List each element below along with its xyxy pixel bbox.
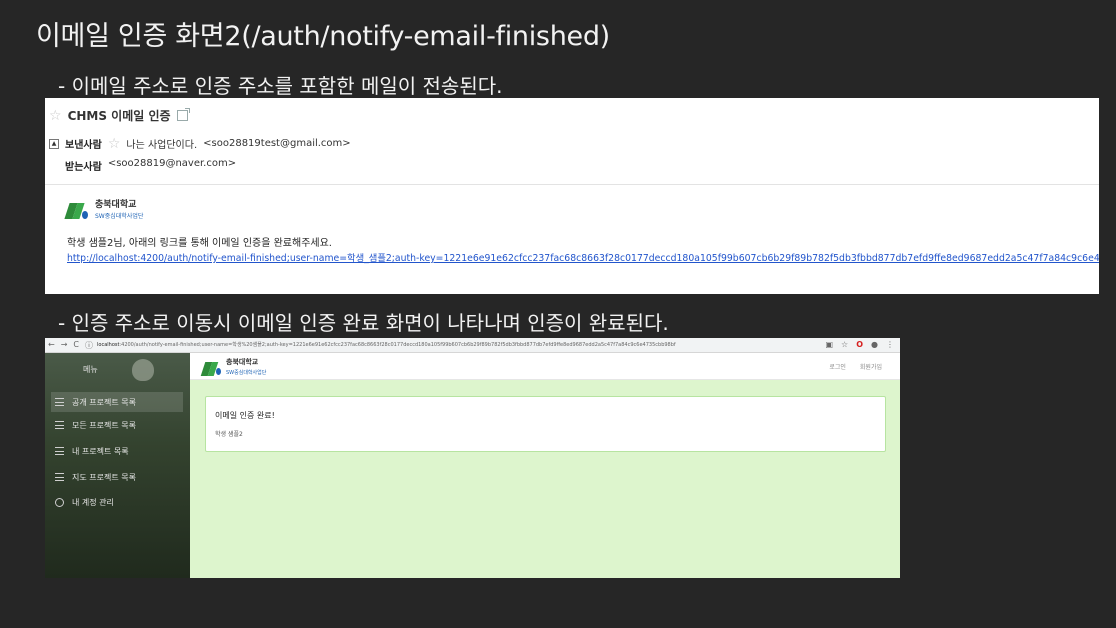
- url-host: localhost: [97, 342, 120, 348]
- star-icon[interactable]: ☆: [49, 109, 62, 123]
- university-logo: 충북대학교 SW중심대학사업단: [64, 200, 144, 222]
- list-icon: [55, 473, 64, 481]
- logo-mark-icon: [200, 360, 223, 377]
- to-label: 받는사람: [65, 162, 102, 173]
- forward-icon[interactable]: →: [61, 340, 68, 351]
- translate-icon[interactable]: ▣: [825, 340, 833, 349]
- from-label: 보낸사람: [65, 140, 102, 151]
- caption-verification-complete: - 인증 주소로 이동시 이메일 인증 완료 화면이 나타나며 인증이 완료된다…: [58, 311, 669, 335]
- sidebar-item-label: 모든 프로젝트 목록: [72, 420, 136, 430]
- user-circle-icon: [55, 497, 64, 507]
- extension-icon[interactable]: ●: [871, 340, 878, 349]
- collapse-toggle-icon[interactable]: ▲: [49, 138, 59, 149]
- recipient-address: <soo28819@naver.com>: [107, 158, 237, 169]
- sidebar-item-label: 내 프로젝트 목록: [72, 446, 129, 456]
- caption-email-sent: - 이메일 주소로 인증 주소를 포함한 메일이 전송된다.: [58, 74, 503, 98]
- more-menu-icon[interactable]: ⋮: [886, 340, 894, 349]
- header-logo[interactable]: 충북대학교 SW중심대학사업단: [200, 357, 267, 379]
- main-content: 충북대학교 SW중심대학사업단 로그인 회원가입 이메일 인증 완료! 학생 샘…: [190, 353, 900, 578]
- info-icon[interactable]: ⓘ: [85, 340, 93, 351]
- sender-address: <soo28819test@gmail.com>: [203, 138, 351, 149]
- sender-name: 나는 사업단이다.: [126, 140, 198, 151]
- sidebar-item-label: 내 계정 관리: [72, 497, 114, 507]
- email-message: 학생 샘플2님, 아래의 링크를 통해 이메일 인증을 완료해주세요.: [67, 238, 332, 249]
- header: 충북대학교 SW중심대학사업단 로그인 회원가입: [190, 353, 900, 380]
- back-icon[interactable]: ←: [48, 340, 55, 351]
- bookmark-star-icon[interactable]: ☆: [841, 340, 848, 349]
- url-path: :4200/auth/notify-email-finished;user-na…: [119, 342, 676, 348]
- sidebar-item-all-projects[interactable]: 모든 프로젝트 목록: [51, 415, 183, 435]
- logo-subtitle: SW중심대학사업단: [95, 213, 144, 220]
- login-link[interactable]: 로그인: [829, 362, 846, 371]
- logo-name: 충북대학교: [226, 358, 259, 366]
- sidebar-item-advisor-projects[interactable]: 지도 프로젝트 목록: [51, 467, 183, 487]
- list-icon: [55, 421, 64, 429]
- sidebar-item-my-projects[interactable]: 내 프로젝트 목록: [51, 441, 183, 461]
- browser-toolbar: ← → C ⓘ localhost:4200/auth/notify-email…: [45, 338, 900, 353]
- logo-mark-icon: [64, 201, 91, 221]
- sidebar: 메뉴 공개 프로젝트 목록 모든 프로젝트 목록 내 프로젝트 목록 지도 프로…: [45, 353, 190, 578]
- logo-name: 충북대학교: [95, 200, 137, 210]
- sidebar-item-label: 지도 프로젝트 목록: [72, 472, 136, 482]
- email-screenshot: ☆ CHMS 이메일 인증 ▲ 보낸사람 ☆ 나는 사업단이다. <soo288…: [45, 98, 1099, 294]
- logo-subtitle: SW중심대학사업단: [226, 370, 267, 376]
- card-title: 이메일 인증 완료!: [215, 411, 275, 420]
- divider: [45, 184, 1099, 185]
- sender-star-icon[interactable]: ☆: [108, 137, 121, 151]
- list-icon: [55, 447, 64, 455]
- email-subject: CHMS 이메일 인증: [67, 109, 171, 123]
- signup-link[interactable]: 회원가입: [860, 362, 882, 371]
- sidebar-item-my-account[interactable]: 내 계정 관리: [51, 492, 183, 512]
- list-icon: [55, 398, 64, 406]
- browser-screenshot: ← → C ⓘ localhost:4200/auth/notify-email…: [45, 338, 900, 578]
- address-bar[interactable]: localhost:4200/auth/notify-email-finishe…: [97, 341, 797, 348]
- opera-icon[interactable]: O: [856, 340, 863, 349]
- email-to-row: 받는사람 <soo28819@naver.com>: [65, 158, 236, 173]
- email-from-row: ▲ 보낸사람 ☆ 나는 사업단이다. <soo28819test@gmail.c…: [49, 136, 351, 151]
- card-body: 학생 샘플2: [215, 431, 243, 438]
- menu-label: 메뉴: [83, 365, 98, 374]
- verification-link[interactable]: http://localhost:4200/auth/notify-email-…: [67, 250, 1099, 264]
- sidebar-item-label: 공개 프로젝트 목록: [72, 397, 136, 407]
- slide-title: 이메일 인증 화면2(/auth/notify-email-finished): [36, 21, 610, 52]
- email-subject-row: ☆ CHMS 이메일 인증: [49, 107, 190, 124]
- sidebar-item-public-projects[interactable]: 공개 프로젝트 목록: [51, 392, 183, 412]
- verification-complete-card: 이메일 인증 완료! 학생 샘플2: [205, 396, 886, 452]
- reload-icon[interactable]: C: [73, 340, 79, 351]
- external-link-icon[interactable]: [176, 108, 190, 121]
- apple-logo-icon: [132, 359, 154, 381]
